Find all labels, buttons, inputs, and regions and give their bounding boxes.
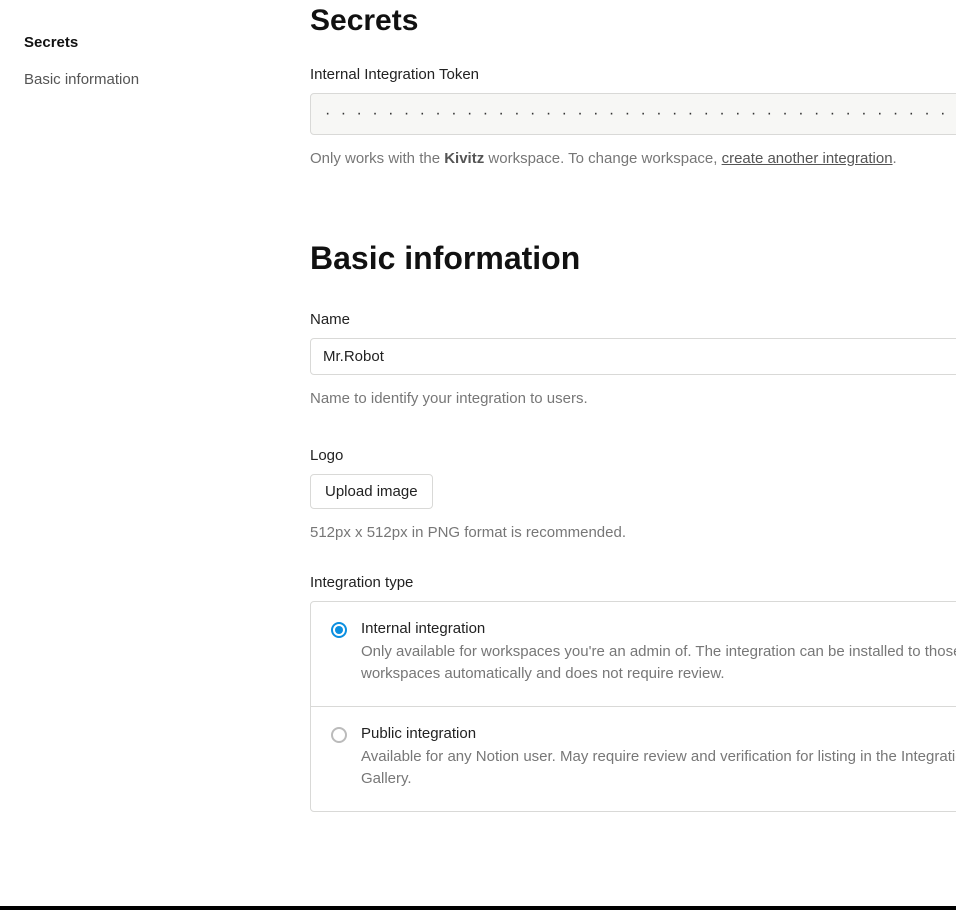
main-content: Secrets Internal Integration Token · · ·… bbox=[260, 0, 956, 910]
workspace-name: Kivitz bbox=[444, 150, 484, 167]
integration-type-public[interactable]: Public integration Available for any Not… bbox=[311, 707, 956, 811]
bottom-border bbox=[0, 906, 956, 910]
secrets-heading: Secrets bbox=[310, 4, 956, 38]
create-another-integration-link[interactable]: create another integration bbox=[722, 150, 893, 167]
option-description: Only available for workspaces you're an … bbox=[361, 641, 956, 686]
radio-unselected-icon bbox=[331, 727, 347, 743]
integration-type-group: Internal integration Only available for … bbox=[310, 601, 956, 812]
token-label: Internal Integration Token bbox=[310, 66, 956, 83]
option-description: Available for any Notion user. May requi… bbox=[361, 746, 956, 791]
logo-label: Logo bbox=[310, 447, 956, 464]
name-label: Name bbox=[310, 311, 956, 328]
sidebar: Secrets Basic information bbox=[0, 0, 260, 910]
integration-type-label: Integration type bbox=[310, 574, 956, 591]
option-title: Internal integration bbox=[361, 620, 956, 637]
option-title: Public integration bbox=[361, 725, 956, 742]
token-field: · · · · · · · · · · · · · · · · · · · · … bbox=[310, 93, 956, 135]
name-help-text: Name to identify your integration to use… bbox=[310, 387, 956, 410]
sidebar-item-basic-information[interactable]: Basic information bbox=[24, 69, 236, 90]
name-input[interactable] bbox=[310, 338, 956, 375]
basic-info-heading: Basic information bbox=[310, 240, 956, 277]
token-masked-value: · · · · · · · · · · · · · · · · · · · · … bbox=[325, 105, 956, 123]
upload-image-button[interactable]: Upload image bbox=[310, 474, 433, 509]
sidebar-item-secrets[interactable]: Secrets bbox=[24, 32, 236, 53]
integration-type-internal[interactable]: Internal integration Only available for … bbox=[311, 602, 956, 707]
logo-help-text: 512px x 512px in PNG format is recommend… bbox=[310, 521, 956, 544]
token-help-text: Only works with the Kivitz workspace. To… bbox=[310, 147, 956, 170]
radio-selected-icon bbox=[331, 622, 347, 638]
